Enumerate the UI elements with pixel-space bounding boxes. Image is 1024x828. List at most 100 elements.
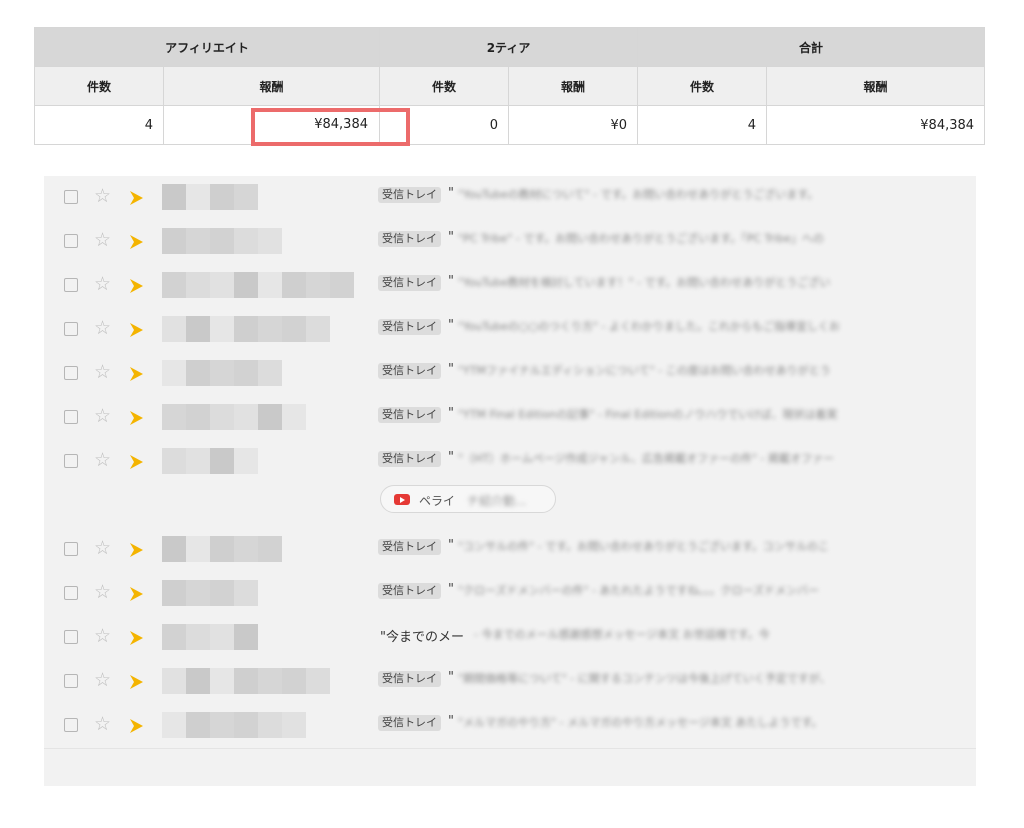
inbox-label[interactable]: 受信トレイ [378, 363, 441, 379]
select-checkbox[interactable] [64, 674, 78, 688]
star-icon[interactable]: ☆ [94, 229, 111, 251]
important-marker-icon[interactable] [130, 235, 143, 249]
subject-quote: " [448, 230, 454, 245]
inbox-label[interactable]: 受信トレイ [378, 715, 441, 731]
important-marker-icon[interactable] [130, 411, 143, 425]
subheader-reward: 報酬 [162, 66, 381, 106]
subheader-reward: 報酬 [766, 66, 986, 106]
subject-snippet: - 今までのメール感謝感想メッセージ本文 お世話様です。今 [474, 628, 770, 641]
mail-row[interactable]: ☆ 受信トレイ " "クローズドメンバーの件" - あたれたようですね。。。クローズド… [44, 572, 976, 617]
star-icon[interactable]: ☆ [94, 361, 111, 383]
mail-row[interactable]: ☆ 受信トレイ " "YTM Final Editionの記事" - Final Ed… [44, 396, 976, 441]
inbox-label[interactable]: 受信トレイ [378, 583, 441, 599]
subject-snippet: "YouTube教材を検討しています！" - です。お問い合わせありがとうござい [458, 276, 831, 289]
important-marker-icon[interactable] [130, 455, 143, 469]
subject-snippet: "コンサルの件" - です。お問い合わせありがとうございます。コンサルのこ [458, 540, 829, 553]
star-icon[interactable]: ☆ [94, 713, 111, 735]
inbox-label[interactable]: 受信トレイ [378, 671, 441, 687]
select-checkbox[interactable] [64, 234, 78, 248]
star-icon[interactable]: ☆ [94, 581, 111, 603]
select-checkbox[interactable] [64, 190, 78, 204]
group-total: 合計 [637, 27, 986, 67]
select-checkbox[interactable] [64, 718, 78, 732]
mail-row[interactable]: ☆ 受信トレイ " "コンサルの件" - です。お問い合わせありがとうございます。コン… [44, 528, 976, 573]
star-icon[interactable]: ☆ [94, 625, 111, 647]
inbox-label[interactable]: 受信トレイ [378, 187, 441, 203]
subject-visible-text: "今までのメー [380, 630, 464, 645]
inbox-label[interactable]: 受信トレイ [378, 275, 441, 291]
important-marker-icon[interactable] [130, 543, 143, 557]
attachment-label-blurred: チ紹介動... [467, 494, 527, 508]
mail-list: ☆ 受信トレイ " "YouTubeの教材について" - です。お問い合わせありがとう… [44, 176, 976, 786]
star-icon[interactable]: ☆ [94, 185, 111, 207]
important-marker-icon[interactable] [130, 323, 143, 337]
select-checkbox[interactable] [64, 366, 78, 380]
select-checkbox[interactable] [64, 322, 78, 336]
subject-quote: " [448, 362, 454, 377]
attachment-label: ペライ [419, 494, 456, 508]
subject-quote: " [448, 538, 454, 553]
subject-quote: " [448, 406, 454, 421]
subheader-count: 件数 [637, 66, 768, 106]
subject-quote: " [448, 318, 454, 333]
subject-snippet: "クローズドメンバーの件" - あたれたようですね。。。クローズドメンバー [458, 584, 819, 597]
select-checkbox[interactable] [64, 630, 78, 644]
mail-row[interactable]: ☆ "今までのメー - 今までのメール感謝感想メッセージ本文 お世話様です。今 [44, 616, 976, 661]
select-checkbox[interactable] [64, 542, 78, 556]
total-reward: ¥84,384 [766, 105, 986, 145]
attachment-chip[interactable]: ペライ チ紹介動... [380, 485, 556, 513]
select-checkbox[interactable] [64, 586, 78, 600]
total-count: 4 [637, 105, 768, 145]
subject-snippet: "PC Tribe" - です。お問い合わせありがとうございます。「PC Tri… [458, 232, 824, 245]
select-checkbox[interactable] [64, 278, 78, 292]
inbox-label[interactable]: 受信トレイ [378, 451, 441, 467]
youtube-icon [394, 494, 410, 505]
mail-row[interactable]: ☆ 受信トレイ " "YouTube教材を検討しています！" - です。お問い合わせあ… [44, 264, 976, 309]
affiliate-reward-value: ¥84,384 [314, 117, 368, 132]
group-affiliate: アフィリエイト [33, 27, 381, 67]
group-2tier: 2ティア [379, 27, 639, 67]
important-marker-icon[interactable] [130, 587, 143, 601]
subject-quote: " [448, 450, 454, 465]
star-icon[interactable]: ☆ [94, 669, 111, 691]
select-checkbox[interactable] [64, 454, 78, 468]
subheader-count: 件数 [34, 66, 164, 106]
stats-table: アフィリエイト 2ティア 合計 件数 報酬 件数 報酬 件数 報酬 4 0 ¥0… [33, 27, 986, 145]
subject-quote: " [448, 714, 454, 729]
subject-snippet: "YouTubeの教材について" - です。お問い合わせありがとうございます。 [458, 188, 819, 201]
mail-row[interactable]: ☆ 受信トレイ " "メルマガのやり方" - メルマガのやり方メッセージ本文 あたしよ… [44, 704, 976, 749]
important-marker-icon[interactable] [130, 675, 143, 689]
inbox-label[interactable]: 受信トレイ [378, 407, 441, 423]
inbox-label[interactable]: 受信トレイ [378, 539, 441, 555]
inbox-label[interactable]: 受信トレイ [378, 319, 441, 335]
star-icon[interactable]: ☆ [94, 405, 111, 427]
mail-row[interactable]: ☆ 受信トレイ " "PC Tribe" - です。お問い合わせありがとうございます。… [44, 220, 976, 265]
subheader-reward: 報酬 [508, 66, 639, 106]
mail-row[interactable]: ☆ 受信トレイ " "期間価格等について" - に関するコンテンツは今後上げていく予定… [44, 660, 976, 705]
star-icon[interactable]: ☆ [94, 273, 111, 295]
subject-quote: " [448, 186, 454, 201]
star-icon[interactable]: ☆ [94, 317, 111, 339]
tier2-reward: ¥0 [508, 105, 639, 145]
subheader-count: 件数 [379, 66, 510, 106]
important-marker-icon[interactable] [130, 631, 143, 645]
subject-snippet: "メルマガのやり方" - メルマガのやり方メッセージ本文 あたしようです。 [458, 716, 823, 729]
subject-snippet: "YTM Final Editionの記事" - Final Editionのノ… [458, 408, 838, 421]
select-checkbox[interactable] [64, 410, 78, 424]
important-marker-icon[interactable] [130, 719, 143, 733]
important-marker-icon[interactable] [130, 279, 143, 293]
mail-row[interactable]: ☆ 受信トレイ " "YouTubeの教材について" - です。お問い合わせありがとう… [44, 176, 976, 221]
mail-row[interactable]: ☆ 受信トレイ " "YTMファイナルエディションについて" - この度はお問い合わせ… [44, 352, 976, 397]
inbox-label[interactable]: 受信トレイ [378, 231, 441, 247]
star-icon[interactable]: ☆ [94, 537, 111, 559]
mail-row[interactable]: ☆ 受信トレイ " "YouTubeの○○のつくり方" - よくわかりました。これから… [44, 308, 976, 353]
subject-snippet: "期間価格等について" - に関するコンテンツは今後上げていく予定ですが、 [458, 672, 831, 685]
affiliate-count: 4 [34, 105, 164, 145]
important-marker-icon[interactable] [130, 367, 143, 381]
star-icon[interactable]: ☆ [94, 449, 111, 471]
important-marker-icon[interactable] [130, 191, 143, 205]
subject-snippet: "YouTubeの○○のつくり方" - よくわかりました。これからもご指導宜しく… [458, 320, 841, 333]
subject-quote: " [448, 582, 454, 597]
subject-snippet: "YTMファイナルエディションについて" - この度はお問い合わせありがとう [458, 364, 831, 377]
mail-row[interactable]: ☆ 受信トレイ " "（HT）ホームページ作成ジャンル、広告掲載オファーの件" - 掲… [44, 440, 976, 529]
